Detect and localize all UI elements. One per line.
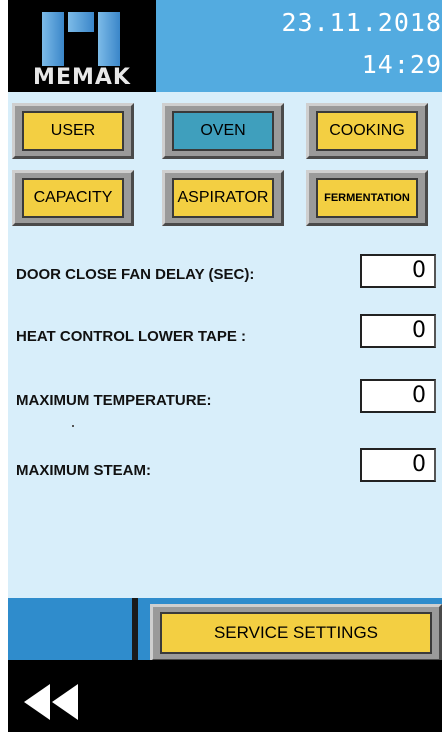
service-settings-label: SERVICE SETTINGS (160, 612, 432, 654)
param-label-maximum-steam: MAXIMUM STEAM: (16, 462, 151, 479)
separator-mark (72, 425, 74, 427)
tab-capacity-label: CAPACITY (22, 178, 124, 218)
service-settings-button[interactable]: SERVICE SETTINGS (150, 604, 442, 662)
date-display: 23.11.2018 (281, 8, 442, 37)
tab-capacity[interactable]: CAPACITY (12, 170, 134, 226)
time-display: 14:29 (361, 50, 442, 79)
logo-pillar-right (98, 12, 120, 66)
tab-fermentation[interactable]: FERMENTATION (306, 170, 428, 226)
oven-settings-screen: MEMAK 23.11.2018 14:29 USER OVEN COOKING… (8, 0, 442, 732)
param-input-heat-control-lower-tape[interactable]: 0 (360, 314, 436, 348)
param-label-door-close-fan-delay: DOOR CLOSE FAN DELAY (SEC): (16, 266, 255, 283)
tab-cooking-label: COOKING (316, 111, 418, 151)
param-input-maximum-steam[interactable]: 0 (360, 448, 436, 482)
rewind-icon (24, 684, 78, 720)
tab-aspirator-label: ASPIRATOR (172, 178, 274, 218)
memak-logo: MEMAK (8, 0, 156, 92)
back-button[interactable] (22, 684, 82, 720)
tab-oven[interactable]: OVEN (162, 103, 284, 159)
param-input-door-close-fan-delay[interactable]: 0 (360, 254, 436, 288)
logo-pillar-left (42, 12, 64, 66)
tab-user-label: USER (22, 111, 124, 151)
tab-oven-label: OVEN (172, 111, 274, 151)
logo-pillar-top (68, 12, 94, 32)
param-label-maximum-temperature: MAXIMUM TEMPERATURE: (16, 392, 212, 409)
tab-cooking[interactable]: COOKING (306, 103, 428, 159)
logo-text: MEMAK (33, 65, 131, 90)
tab-user[interactable]: USER (12, 103, 134, 159)
tab-aspirator[interactable]: ASPIRATOR (162, 170, 284, 226)
tab-fermentation-label: FERMENTATION (316, 178, 418, 218)
param-label-heat-control-lower-tape: HEAT CONTROL LOWER TAPE : (16, 328, 246, 345)
param-input-maximum-temperature[interactable]: 0 (360, 379, 436, 413)
